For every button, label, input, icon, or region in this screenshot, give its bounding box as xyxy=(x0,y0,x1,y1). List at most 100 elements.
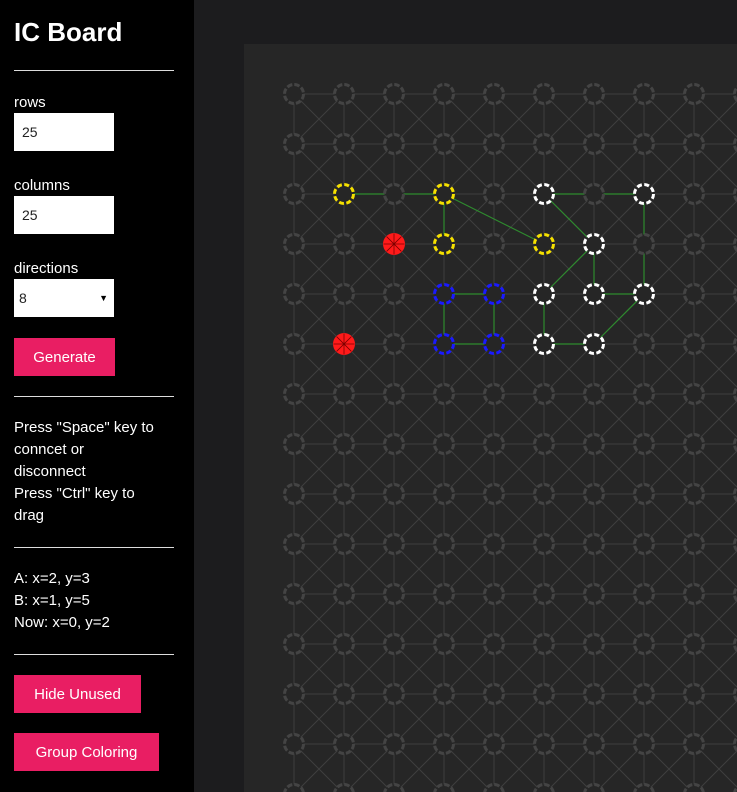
unused-node xyxy=(633,533,655,555)
unused-node xyxy=(483,483,505,505)
unused-node xyxy=(683,583,705,605)
unused-node xyxy=(333,683,355,705)
unused-node xyxy=(283,233,305,255)
instruction-line: disconnect xyxy=(14,463,86,480)
unused-node xyxy=(383,733,405,755)
unused-node xyxy=(683,483,705,505)
unused-node xyxy=(283,83,305,105)
rows-input[interactable] xyxy=(14,113,114,151)
unused-node xyxy=(283,633,305,655)
unused-node xyxy=(483,433,505,455)
unused-node xyxy=(433,733,455,755)
generate-button[interactable]: Generate xyxy=(14,338,115,376)
unused-node xyxy=(683,133,705,155)
divider xyxy=(14,654,174,655)
hide-unused-button[interactable]: Hide Unused xyxy=(14,675,141,713)
connected-node-blue xyxy=(433,283,455,305)
unused-node xyxy=(383,333,405,355)
unused-node xyxy=(483,733,505,755)
unused-node xyxy=(333,583,355,605)
app-title: IC Board xyxy=(14,17,123,47)
unused-node xyxy=(283,433,305,455)
unused-node xyxy=(333,283,355,305)
unused-node xyxy=(433,433,455,455)
connected-node-white xyxy=(633,283,655,305)
instructions: Press "Space" key to conncet or disconne… xyxy=(14,417,154,527)
unused-node xyxy=(633,233,655,255)
unused-node xyxy=(583,783,605,792)
unused-node xyxy=(583,183,605,205)
unused-node xyxy=(683,433,705,455)
unused-node xyxy=(283,683,305,705)
unused-node xyxy=(533,683,555,705)
unused-node xyxy=(683,783,705,792)
unused-node xyxy=(683,383,705,405)
unused-node xyxy=(433,783,455,792)
unused-node xyxy=(283,133,305,155)
status-readout: A: x=2, y=3 B: x=1, y=5 Now: x=0, y=2 xyxy=(14,568,110,634)
unused-node xyxy=(683,533,705,555)
unused-node xyxy=(433,583,455,605)
instruction-line: Press "Ctrl" key to xyxy=(14,485,135,502)
unused-node xyxy=(283,383,305,405)
directions-select-value: 8 xyxy=(19,290,27,306)
unused-node xyxy=(483,233,505,255)
unused-node xyxy=(583,483,605,505)
directions-select[interactable]: 8 ▼ xyxy=(14,279,114,317)
caret-down-icon: ▼ xyxy=(99,293,108,303)
unused-node xyxy=(533,633,555,655)
divider xyxy=(14,70,174,71)
unused-node xyxy=(333,433,355,455)
unused-node xyxy=(683,83,705,105)
unused-node xyxy=(433,83,455,105)
unused-node xyxy=(483,633,505,655)
unused-node xyxy=(583,733,605,755)
unused-node xyxy=(433,533,455,555)
divider xyxy=(14,396,174,397)
unused-node xyxy=(683,283,705,305)
unused-node xyxy=(333,783,355,792)
unused-node xyxy=(533,433,555,455)
unused-node xyxy=(583,433,605,455)
connected-node-blue xyxy=(433,333,455,355)
unused-node xyxy=(483,83,505,105)
unused-node xyxy=(333,83,355,105)
unused-node xyxy=(433,383,455,405)
connected-node-white xyxy=(583,283,605,305)
group-coloring-button[interactable]: Group Coloring xyxy=(14,733,159,771)
instruction-line: drag xyxy=(14,507,45,524)
unused-node xyxy=(683,333,705,355)
unused-node xyxy=(383,683,405,705)
current-position-status: Now: x=0, y=2 xyxy=(14,614,110,631)
unused-node xyxy=(533,483,555,505)
point-a-status: A: x=2, y=3 xyxy=(14,570,90,587)
board-panel xyxy=(244,44,737,792)
sidebar: IC Board rows columns directions 8 ▼ Gen… xyxy=(0,0,194,792)
connected-node-yellow xyxy=(533,233,555,255)
connected-node-yellow xyxy=(433,233,455,255)
unused-node xyxy=(633,683,655,705)
unused-node xyxy=(333,133,355,155)
columns-input[interactable] xyxy=(14,196,114,234)
unused-node xyxy=(533,133,555,155)
unused-node xyxy=(283,333,305,355)
unused-node xyxy=(283,783,305,792)
connected-node-blue xyxy=(483,333,505,355)
connected-node-white xyxy=(583,233,605,255)
unused-node xyxy=(633,583,655,605)
unused-node xyxy=(533,383,555,405)
connected-node-yellow xyxy=(333,183,355,205)
ic-board-canvas[interactable] xyxy=(244,44,737,792)
connected-node-blue xyxy=(483,283,505,305)
point-b-status: B: x=1, y=5 xyxy=(14,592,90,609)
unused-node xyxy=(483,183,505,205)
unused-node xyxy=(383,183,405,205)
unused-node xyxy=(483,783,505,792)
connected-node-white xyxy=(583,333,605,355)
unused-node xyxy=(433,683,455,705)
unused-node xyxy=(633,633,655,655)
unused-node xyxy=(583,633,605,655)
unused-node xyxy=(683,683,705,705)
unused-node xyxy=(533,583,555,605)
unused-node xyxy=(533,83,555,105)
